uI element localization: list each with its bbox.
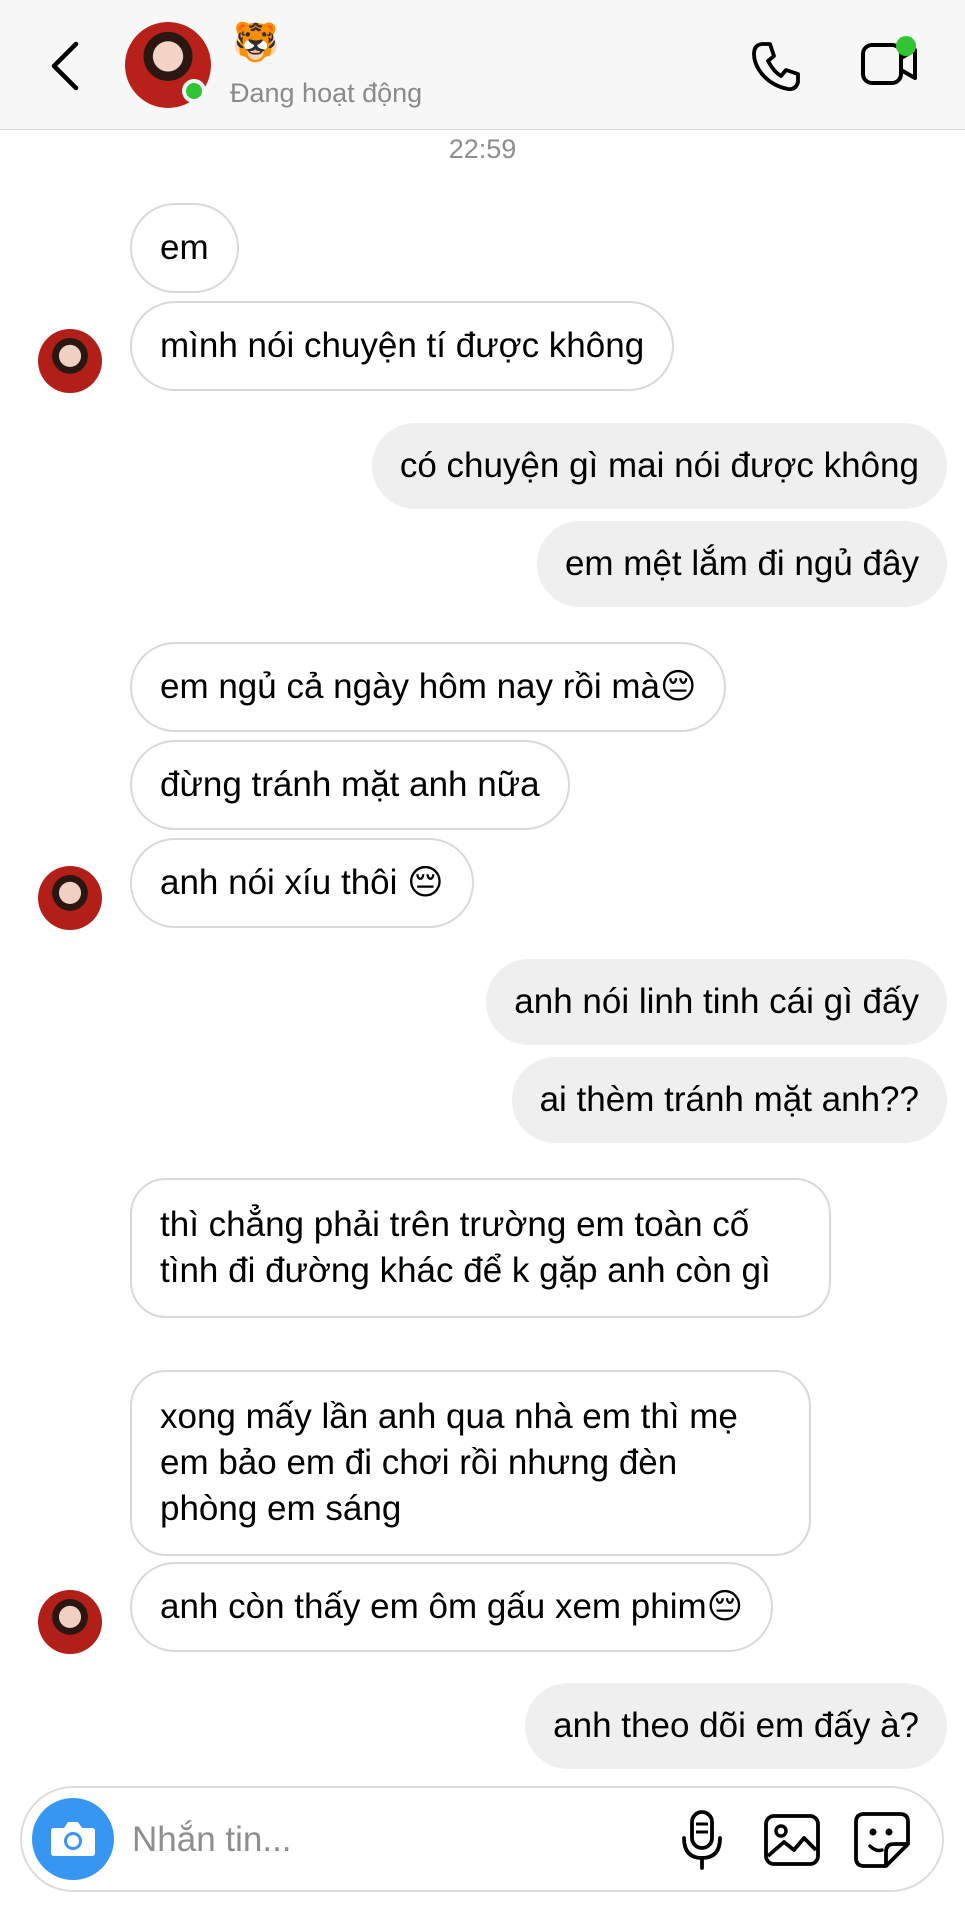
sticker-icon[interactable] <box>852 1810 912 1870</box>
incoming-message[interactable]: anh nói xíu thôi 😔 <box>130 838 474 928</box>
sender-avatar[interactable] <box>38 1590 102 1654</box>
outgoing-message[interactable]: ai thèm tránh mặt anh?? <box>511 1057 947 1143</box>
incoming-message[interactable]: đừng tránh mặt anh nữa <box>130 740 570 830</box>
incoming-message[interactable]: xong mấy lần anh qua nhà em thì mẹ em bả… <box>130 1370 811 1556</box>
incoming-message[interactable]: em <box>130 203 239 293</box>
contact-status: Đang hoạt động <box>230 78 423 108</box>
gallery-icon[interactable] <box>762 1810 822 1870</box>
video-active-dot <box>896 36 916 56</box>
incoming-message[interactable]: em ngủ cả ngày hôm nay rồi mà😔 <box>130 642 727 732</box>
camera-icon <box>51 1822 95 1856</box>
message-timestamp: 22:59 <box>448 134 517 164</box>
sender-avatar[interactable] <box>38 866 102 930</box>
message-composer <box>20 1786 944 1892</box>
online-status-dot <box>182 79 206 103</box>
incoming-message[interactable]: mình nói chuyện tí được không <box>130 301 675 391</box>
microphone-icon[interactable] <box>677 1808 727 1872</box>
phone-icon[interactable] <box>748 38 804 94</box>
camera-button[interactable] <box>32 1798 114 1880</box>
incoming-message[interactable]: anh còn thấy em ôm gấu xem phim😔 <box>130 1562 774 1652</box>
outgoing-message[interactable]: anh theo dõi em đấy à? <box>525 1683 947 1769</box>
sender-avatar[interactable] <box>38 329 102 393</box>
back-arrow-icon[interactable] <box>42 38 92 94</box>
contact-name-emoji[interactable]: 🐯 <box>232 24 279 62</box>
contact-avatar[interactable] <box>125 22 211 108</box>
incoming-message[interactable]: thì chẳng phải trên trường em toàn cố tì… <box>130 1178 831 1318</box>
outgoing-message[interactable]: anh nói linh tinh cái gì đấy <box>486 959 947 1045</box>
chat-header: 🐯 Đang hoạt động <box>0 0 965 130</box>
outgoing-message[interactable]: em mệt lắm đi ngủ đây <box>536 521 947 607</box>
message-input[interactable] <box>130 1810 654 1870</box>
outgoing-message[interactable]: có chuyện gì mai nói được không <box>371 423 947 509</box>
